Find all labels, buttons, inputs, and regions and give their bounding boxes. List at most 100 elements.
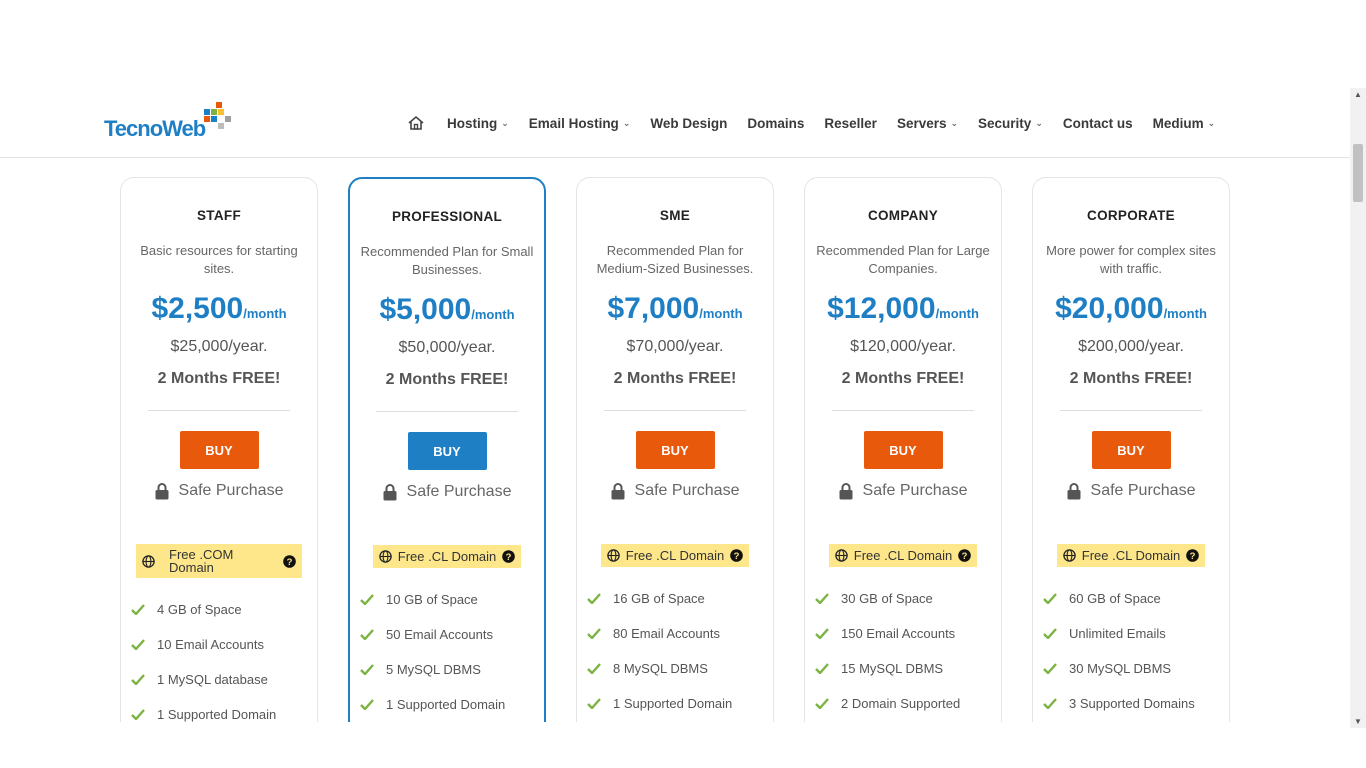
nav-item-label: Medium: [1152, 115, 1204, 131]
check-icon: [815, 698, 829, 709]
chevron-down-icon: ⌄: [501, 117, 509, 128]
feature-list: 16 GB of Space 80 Email Accounts 8 MySQL D…: [577, 581, 773, 721]
free-domain-badge: Free .CL Domain?: [372, 545, 522, 568]
buy-button[interactable]: BUY: [635, 431, 715, 469]
feature-item: 5 MySQL DBMS: [360, 652, 544, 687]
plan-promo: 2 Months FREE!: [385, 371, 509, 388]
question-circle-icon[interactable]: ?: [283, 554, 296, 568]
nav-item-security[interactable]: Security ⌄: [978, 116, 1043, 131]
feature-text: 30 GB of Space: [841, 591, 933, 606]
nav-item-label: Web Design: [650, 115, 728, 131]
feature-item: 60 GB of Space: [1043, 581, 1229, 616]
safe-purchase: Safe Purchase: [805, 482, 1001, 500]
feature-item: 2 Domain Supported: [815, 686, 1001, 721]
buy-button[interactable]: BUY: [407, 432, 487, 470]
chevron-down-icon: ⌄: [622, 117, 631, 128]
price-amount: $7,000: [607, 292, 700, 325]
plan-promo: 2 Months FREE!: [841, 370, 965, 387]
nav-item-label: Hosting: [447, 115, 498, 131]
nav-item-domains[interactable]: Domains: [747, 116, 804, 131]
plan-yearly-price: $25,000/year.: [170, 338, 268, 355]
feature-item: 50 Email Accounts: [360, 617, 544, 652]
logo[interactable]: TecnoWeb: [104, 102, 234, 144]
plan-name: PROFESSIONAL: [391, 209, 503, 224]
nav-item-label: Contact us: [1062, 115, 1133, 131]
chevron-down-icon: ⌄: [1207, 117, 1216, 128]
chevron-down-icon: ⌄: [1035, 117, 1043, 128]
free-domain-label: Free .COM Domain: [169, 547, 234, 575]
check-icon: [360, 594, 374, 605]
price-amount: $12,000: [827, 292, 936, 325]
price-period: /month: [471, 307, 515, 322]
safe-purchase-label: Safe Purchase: [862, 482, 968, 499]
divider: [604, 410, 746, 411]
nav-item-web-design[interactable]: Web Design: [650, 116, 727, 131]
chevron-down-icon: ⌄: [950, 117, 959, 128]
plan-description: Recommended Plan for Small Businesses.: [360, 244, 534, 277]
logo-squares-icon: [204, 102, 234, 129]
question-circle-icon[interactable]: ?: [730, 549, 744, 562]
buy-button[interactable]: BUY: [1091, 431, 1171, 469]
nav-item-reseller[interactable]: Reseller: [824, 116, 877, 131]
plan-card-corporate: CORPORATE More power for complex sites wi…: [1032, 177, 1230, 722]
plan-description: Recommended Plan for Large Companies.: [816, 243, 990, 276]
svg-text:?: ?: [506, 552, 512, 563]
page-scrollbar[interactable]: ▲ ▼: [1350, 88, 1366, 728]
feature-item: 30 GB of Space: [815, 581, 1001, 616]
buy-button[interactable]: BUY: [863, 431, 943, 469]
plan-name: COMPANY: [867, 208, 939, 223]
plan-price: $20,000/month: [1033, 292, 1229, 326]
nav-item-hosting[interactable]: Hosting ⌄: [447, 116, 509, 131]
plan-description: Basic resources for starting sites.: [140, 243, 298, 276]
free-domain-badge: Free .CL Domain?: [828, 544, 978, 567]
check-icon: [587, 593, 601, 604]
globe-icon: [835, 549, 848, 562]
question-circle-icon[interactable]: ?: [502, 550, 516, 563]
divider: [832, 410, 974, 411]
check-icon: [587, 663, 601, 674]
feature-item: 1 Supported Domain: [131, 697, 317, 722]
feature-text: 8 MySQL DBMS: [613, 661, 708, 676]
safe-purchase-label: Safe Purchase: [406, 483, 512, 500]
feature-text: 60 GB of Space: [1069, 591, 1161, 606]
plan-price: $12,000/month: [805, 292, 1001, 326]
safe-purchase: Safe Purchase: [577, 482, 773, 500]
globe-icon: [379, 550, 392, 563]
globe-icon: [142, 554, 155, 568]
feature-text: 10 Email Accounts: [157, 637, 264, 652]
price-period: /month: [699, 306, 743, 321]
check-icon: [360, 629, 374, 640]
feature-text: 1 Supported Domain: [386, 697, 506, 712]
safe-purchase-label: Safe Purchase: [634, 482, 740, 499]
check-icon: [360, 664, 374, 675]
feature-item: 1 Supported Domain: [360, 687, 544, 722]
page: TecnoWeb Hosting ⌄ Email Hosting ⌄ Web Desig…: [0, 0, 1366, 768]
feature-text: 80 Email Accounts: [613, 626, 720, 641]
nav-item-medium[interactable]: Medium ⌄: [1153, 116, 1216, 131]
feature-text: 50 Email Accounts: [386, 627, 493, 642]
plan-name: STAFF: [197, 208, 241, 223]
feature-text: 16 GB of Space: [613, 591, 705, 606]
scroll-thumb[interactable]: [1353, 144, 1363, 202]
pricing-plans: STAFF Basic resources for starting sites.…: [120, 177, 1232, 722]
price-amount: $20,000: [1055, 292, 1164, 325]
question-circle-icon[interactable]: ?: [958, 549, 972, 562]
price-period: /month: [243, 306, 287, 321]
nav-item-email-hosting[interactable]: Email Hosting ⌄: [529, 116, 631, 131]
nav-item-label: Servers: [896, 115, 947, 131]
scroll-up-arrow-icon[interactable]: ▲: [1354, 90, 1362, 99]
nav-item-servers[interactable]: Servers ⌄: [897, 116, 958, 131]
plan-price: $7,000/month: [577, 292, 773, 326]
feature-item: 30 MySQL DBMS: [1043, 651, 1229, 686]
nav-item-contact-us[interactable]: Contact us: [1063, 116, 1133, 131]
home-icon[interactable]: [407, 115, 425, 131]
nav-item-label: Email Hosting: [528, 115, 619, 131]
site-header: TecnoWeb Hosting ⌄ Email Hosting ⌄ Web Desig…: [0, 88, 1350, 158]
globe-icon: [607, 549, 620, 562]
plan-yearly-price: $200,000/year.: [1078, 338, 1184, 355]
question-circle-icon[interactable]: ?: [1186, 549, 1200, 562]
safe-purchase-label: Safe Purchase: [178, 482, 284, 499]
free-domain-badge: Free .COM Domain?: [136, 544, 302, 578]
buy-button[interactable]: BUY: [179, 431, 259, 469]
scroll-down-arrow-icon[interactable]: ▼: [1354, 717, 1362, 726]
